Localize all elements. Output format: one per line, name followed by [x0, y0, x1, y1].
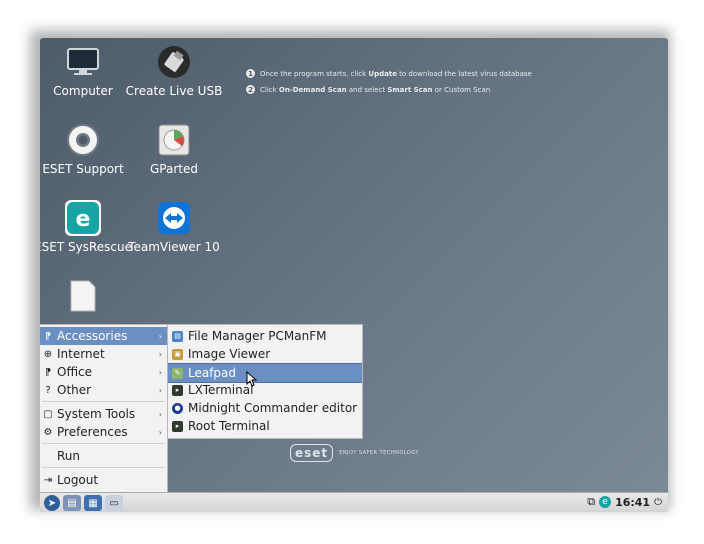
menu-item-logout[interactable]: ⇥ Logout	[40, 471, 167, 489]
menu-item-run[interactable]: Run	[40, 447, 167, 465]
submenu-item-root-terminal[interactable]: ▸ Root Terminal	[168, 417, 362, 435]
submenu-item-leafpad[interactable]: ✎ Leafpad	[168, 363, 362, 383]
window-launcher[interactable]: ▭	[105, 495, 123, 511]
chevron-right-icon: ›	[158, 349, 162, 359]
lifebuoy-icon	[65, 122, 101, 158]
document-icon	[65, 278, 101, 314]
chevron-right-icon: ›	[158, 331, 162, 341]
desktop: 1 Once the program starts, click Update …	[40, 38, 668, 512]
menu-item-other[interactable]: ? Other ›	[40, 381, 167, 399]
instruction-2: 2 Click On-Demand Scan and select Smart …	[246, 85, 490, 94]
network-icon[interactable]: ⧉	[587, 495, 595, 509]
clock[interactable]: 16:41	[615, 496, 650, 509]
system-tray: ⧉ e 16:41 ⏻	[587, 495, 662, 509]
office-icon: ⁋	[44, 366, 52, 378]
power-icon[interactable]: ⏻	[654, 497, 662, 508]
submenu-item-lxterminal[interactable]: ▸ LXTerminal	[168, 381, 362, 399]
desktop-icon-eset-support[interactable]: ESET Support	[40, 122, 133, 176]
mouse-cursor-icon	[246, 370, 258, 391]
image-viewer-icon: ▣	[172, 348, 183, 360]
start-menu-button[interactable]: ➤	[44, 495, 60, 511]
gear-icon: ⚙	[43, 426, 53, 438]
desktop-icon-eset-sysrescue[interactable]: e ESET SysRescue	[40, 200, 133, 254]
menu-item-preferences[interactable]: ⚙ Preferences ›	[40, 423, 167, 441]
menu-separator	[42, 443, 165, 444]
submenu-item-midnight-commander[interactable]: ● Midnight Commander editor	[168, 399, 362, 417]
mc-icon: ●	[172, 402, 183, 414]
desktop-icon-teamviewer[interactable]: TeamViewer 10	[124, 200, 224, 254]
accessories-icon: ⁋	[44, 330, 52, 342]
menu-separator	[42, 401, 165, 402]
terminal-icon: ▸	[172, 384, 183, 396]
submenu-item-image-viewer[interactable]: ▣ Image Viewer	[168, 345, 362, 363]
question-icon: ?	[45, 384, 51, 396]
submenu-item-file-manager[interactable]: ▤ File Manager PCManFM	[168, 327, 362, 345]
logout-icon: ⇥	[43, 474, 53, 486]
start-icon: ➤	[47, 497, 57, 509]
menu-separator	[42, 467, 165, 468]
chevron-right-icon: ›	[158, 409, 162, 419]
file-manager-icon: ▦	[88, 497, 98, 509]
system-tools-icon: ▢	[43, 408, 53, 420]
show-desktop-button[interactable]: ▤	[63, 495, 81, 511]
menu-item-internet[interactable]: ⊕ Internet ›	[40, 345, 167, 363]
gparted-icon	[156, 122, 192, 158]
chevron-right-icon: ›	[158, 385, 162, 395]
eset-icon: e	[65, 200, 101, 236]
eset-tray-icon[interactable]: e	[599, 496, 612, 508]
application-menu: ⁋ Accessories › ⊕ Internet › ⁋ Office › …	[40, 324, 168, 493]
taskbar: ➤ ▤ ▦ ▭ ⧉ e 16:41 ⏻	[40, 492, 668, 512]
desktop-icon-gparted[interactable]: GParted	[124, 122, 224, 176]
desktop-icon-document[interactable]	[40, 278, 133, 318]
desktop-icon-create-live-usb[interactable]: Create Live USB	[124, 44, 224, 98]
leafpad-icon: ✎	[172, 367, 183, 379]
desktop-icon: ▤	[67, 497, 77, 509]
menu-item-office[interactable]: ⁋ Office ›	[40, 363, 167, 381]
teamviewer-icon	[156, 200, 192, 236]
instruction-1: 1 Once the program starts, click Update …	[246, 69, 532, 78]
menu-item-accessories[interactable]: ⁋ Accessories ›	[40, 327, 167, 345]
file-manager-launcher[interactable]: ▦	[84, 495, 102, 511]
desktop-icon-computer[interactable]: Computer	[40, 44, 133, 98]
menu-item-system-tools[interactable]: ▢ System Tools ›	[40, 405, 167, 423]
accessories-submenu: ▤ File Manager PCManFM ▣ Image Viewer ✎ …	[167, 324, 363, 439]
monitor-icon	[65, 44, 101, 80]
globe-icon: ⊕	[43, 348, 53, 360]
window-icon: ▭	[109, 497, 119, 509]
file-manager-icon: ▤	[172, 330, 183, 342]
chevron-right-icon: ›	[158, 367, 162, 377]
root-terminal-icon: ▸	[172, 420, 183, 432]
usb-icon	[156, 44, 192, 80]
eset-logo: eset ENJOY SAFER TECHNOLOGY	[290, 444, 419, 462]
svg-text:e: e	[76, 207, 91, 232]
chevron-right-icon: ›	[158, 427, 162, 437]
